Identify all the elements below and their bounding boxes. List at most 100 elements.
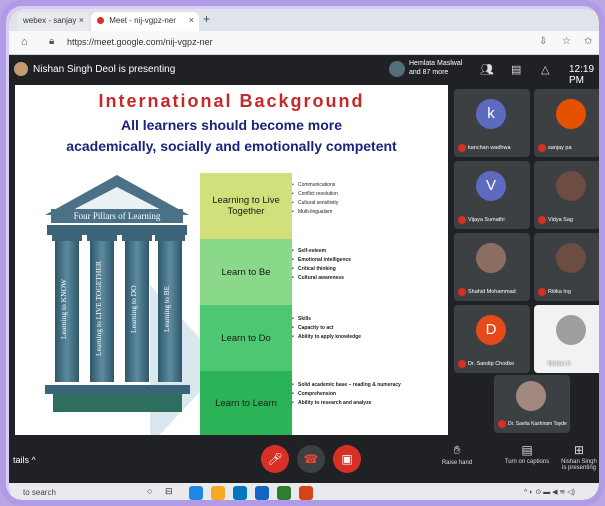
taskbar-search[interactable]: to search <box>23 488 56 497</box>
pillar-label: Learning to LIVE TOGETHER <box>94 261 103 357</box>
store-icon[interactable] <box>233 486 247 500</box>
excel-icon[interactable] <box>277 486 291 500</box>
system-tray[interactable]: ^ ◐ ⊙ ▬ ◀ ≋ ◁) <box>524 488 575 496</box>
tab-meet[interactable]: Meet - nij-vgpz-ner × <box>91 12 199 31</box>
pillar-label: Learning to BE <box>162 285 171 333</box>
hand-icon: ✋︎ <box>453 443 461 457</box>
close-icon[interactable]: × <box>79 15 84 25</box>
bullet-list: Communications Conflict resolution Cultu… <box>292 181 384 217</box>
mic-off-icon <box>498 420 506 428</box>
search-icon[interactable]: ○ <box>147 486 161 500</box>
recording-icon <box>97 17 104 25</box>
list-item: Conflict resolution <box>292 190 384 199</box>
pillar-label: Learning to KNOW <box>59 279 68 339</box>
home-icon[interactable]: ⌂ <box>21 36 28 48</box>
list-item: Cultural sensitivity <box>292 199 384 208</box>
camera-toggle-button[interactable]: ▣ <box>333 445 361 473</box>
participant-tile[interactable]: D Dr. Sandip Chodke <box>454 305 530 373</box>
raise-hand-button[interactable]: ✋︎ Raise hand <box>427 443 487 466</box>
presenting-label: Nishan Singh Deol is presenting <box>33 64 176 75</box>
avatar: D <box>476 315 506 345</box>
pillar: Learning to LIVE TOGETHER <box>87 233 117 382</box>
meeting-details-toggle[interactable]: tails ^ <box>13 455 36 465</box>
participant-tile[interactable]: Vidya Sag <box>534 161 599 229</box>
participant-tile[interactable]: Nishan S <box>534 305 599 373</box>
star-icon[interactable]: ☆ <box>562 36 571 47</box>
details-label: tails <box>13 455 30 465</box>
url-field[interactable]: https://meet.google.com/nij-vgpz-ner <box>67 37 213 47</box>
mic-off-icon <box>458 144 466 152</box>
close-icon[interactable]: × <box>189 15 194 25</box>
mic-toggle-button[interactable]: 🎤︎ <box>261 445 289 473</box>
list-item: Critical thinking <box>292 265 384 274</box>
bullet-list: Self-esteem Emotional intelligence Criti… <box>292 247 384 283</box>
slide-subtitle: academically, socially and emotionally c… <box>66 138 397 154</box>
participants-summary: Hemlata Maslwal and 87 more <box>409 59 462 77</box>
avatar <box>556 171 586 201</box>
slide-title: International Background <box>98 91 365 111</box>
avatar <box>389 61 405 77</box>
browser-tab-bar: webex - sanjay × Meet - nij-vgpz-ner × + <box>9 9 599 31</box>
participant-tile[interactable]: Ritika Ing <box>534 233 599 301</box>
tab-label: webex - sanjay <box>23 16 77 25</box>
participant-tile[interactable]: Shahid Mohammad <box>454 233 530 301</box>
device-frame: webex - sanjay × Meet - nij-vgpz-ner × +… <box>0 0 605 506</box>
shared-slide: International Background All learners sh… <box>15 85 448 445</box>
lock-icon[interactable]: 🔒︎ <box>49 36 54 47</box>
bullet-list: Solid academic base – reading & numeracy… <box>292 381 442 408</box>
app-icon[interactable] <box>299 486 313 500</box>
participant-tile[interactable]: k kanchan wadhwa <box>454 89 530 157</box>
box-learn-to-learn: Learn to Learn <box>200 371 292 435</box>
temple-base <box>45 385 190 394</box>
box-learn-to-do: Learn to Do <box>200 305 292 371</box>
avatar <box>476 243 506 273</box>
presenting-button[interactable]: ⊞ Nishan Singh is presenting <box>557 443 599 471</box>
participant-name: Vidya Sag <box>548 217 573 223</box>
captions-button[interactable]: ▤ Turn on captions <box>497 443 557 465</box>
participant-name: kanchan wadhwa <box>468 145 511 151</box>
list-item: Cultural awareness <box>292 274 384 283</box>
avatar <box>556 99 586 129</box>
captions-icon: ▤ <box>521 443 533 457</box>
participant-grid: k kanchan wadhwa sanjay pa V Vijaya Suma… <box>454 85 599 435</box>
tab-webex[interactable]: webex - sanjay × <box>17 12 89 31</box>
box-live-together: Learning to Live Together <box>200 173 292 239</box>
avatar <box>556 243 586 273</box>
participant-name: sanjay pa <box>548 145 572 151</box>
list-item: Multi-lingualism <box>292 208 384 217</box>
edge-icon[interactable] <box>189 486 203 500</box>
activities-icon[interactable]: △ <box>541 63 549 76</box>
new-tab-icon[interactable]: + <box>203 12 210 26</box>
participant-name: Hemlata Maslwal <box>409 60 463 67</box>
box-learn-to-be: Learn to Be <box>200 239 292 305</box>
leave-call-button[interactable]: ☎ <box>297 445 325 473</box>
participant-tile[interactable]: Dr. Savita Kashiram Tayde <box>494 375 570 433</box>
participant-tile[interactable]: sanjay pa <box>534 89 599 157</box>
folder-icon[interactable] <box>211 486 225 500</box>
extension-icon[interactable]: ⇩ <box>539 36 547 47</box>
temple-label: Four Pillars of Learning <box>51 209 183 223</box>
bullet-list: Skills Capacity to act Ability to apply … <box>292 315 384 342</box>
pillar-cap <box>155 233 185 241</box>
task-view-icon[interactable]: ⊟ <box>165 486 179 500</box>
raise-hand-label: Raise hand <box>441 460 473 466</box>
pillar-label: Learning to DO <box>129 285 138 333</box>
address-bar: ⌂ 🔒︎ https://meet.google.com/nij-vgpz-ne… <box>9 31 599 55</box>
avatar <box>556 315 586 345</box>
meet-top-bar: Nishan Singh Deol is presenting Hemlata … <box>9 55 599 86</box>
list-item: Ability to apply knowledge <box>292 333 384 342</box>
list-item: Self-esteem <box>292 247 384 256</box>
chat-icon[interactable]: ▤ <box>511 63 521 76</box>
participant-name: Ritika Ing <box>548 289 571 295</box>
word-icon[interactable] <box>255 486 269 500</box>
captions-label: Turn on captions <box>504 459 550 465</box>
participant-name: Dr. Savita Kashiram Tayde <box>508 421 567 427</box>
participant-tile[interactable]: V Vijaya Sumathi <box>454 161 530 229</box>
mic-off-icon <box>538 144 546 152</box>
participant-name: Nishan S <box>548 361 571 367</box>
list-item: Communications <box>292 181 384 190</box>
favorites-icon[interactable]: ✩ <box>584 36 592 47</box>
list-item: Emotional intelligence <box>292 256 384 265</box>
avatar <box>14 62 28 76</box>
people-icon[interactable]: 👥︎ <box>480 63 494 76</box>
